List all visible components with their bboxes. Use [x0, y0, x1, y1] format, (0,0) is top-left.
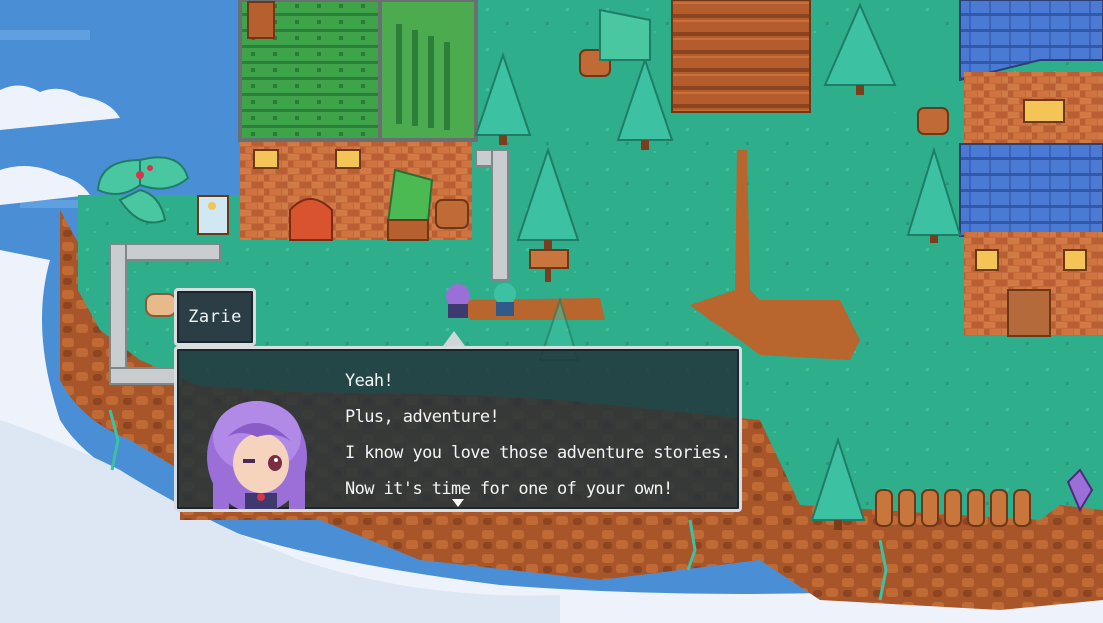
- pet-cat-sprite: [145, 293, 177, 317]
- dialogue-box[interactable]: Yeah! Plus, adventure! I know you love t…: [174, 346, 742, 512]
- house-right: [959, 0, 1103, 337]
- dialogue-text: Yeah! Plus, adventure! I know you love t…: [345, 363, 731, 507]
- dialogue-line: I know you love those adventure stories.: [345, 443, 731, 463]
- dialogue-line: Yeah!: [345, 371, 394, 391]
- character-zarie-sprite: [446, 284, 470, 318]
- speaker-name: Zarie: [188, 307, 242, 327]
- speaker-name-box: Zarie: [174, 288, 256, 346]
- wood-fence: [875, 489, 1031, 527]
- dialogue-line: Plus, adventure!: [345, 407, 500, 427]
- zarie-portrait: [205, 397, 309, 509]
- character-player-sprite: [494, 283, 516, 316]
- triangle-down-icon[interactable]: [452, 499, 464, 507]
- world-map: [0, 0, 1103, 623]
- game-scene: [0, 0, 1103, 623]
- log-cabin: [671, 0, 811, 113]
- dialogue-line: Now it's time for one of your own!: [345, 479, 673, 499]
- triangle-up-icon: [443, 331, 465, 346]
